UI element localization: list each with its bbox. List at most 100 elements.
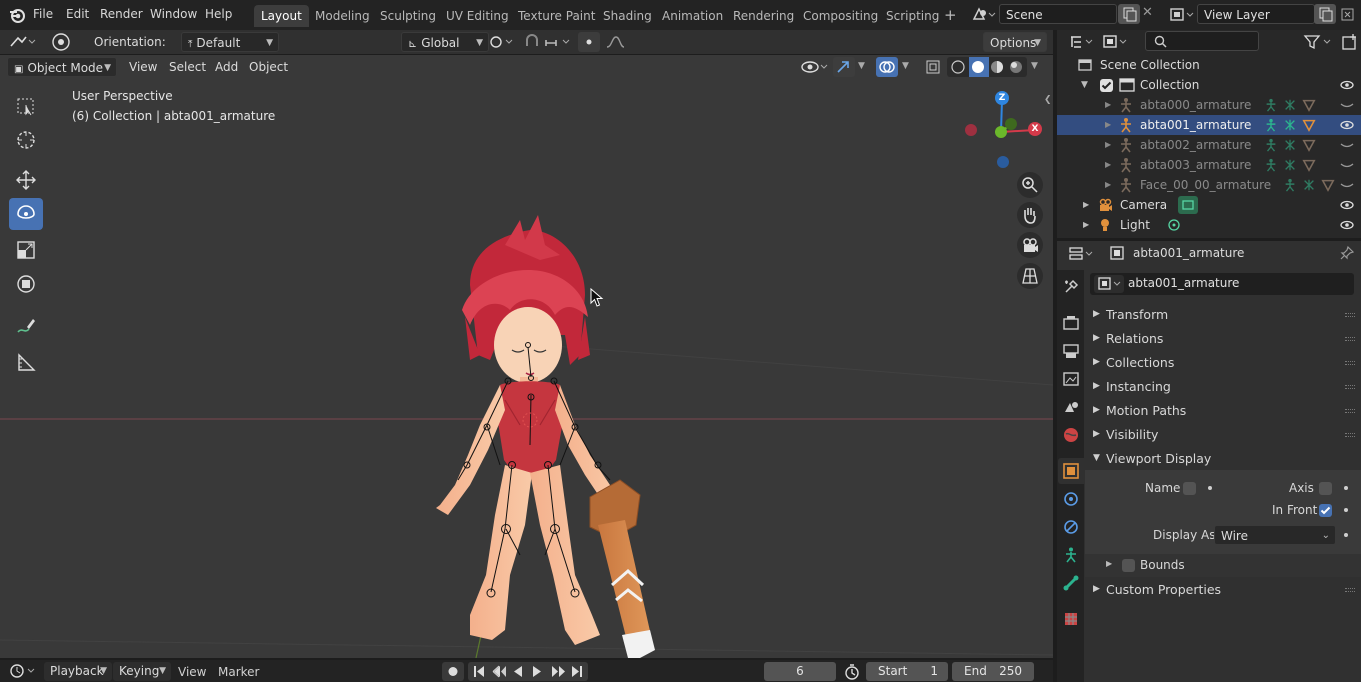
menu-window[interactable]: Window xyxy=(150,7,197,21)
in-front-checkbox[interactable] xyxy=(1319,504,1332,517)
display-as-dropdown[interactable]: Wire ⌄ xyxy=(1214,525,1336,545)
outliner-armature-row[interactable]: ▶ abta000_armature xyxy=(1057,95,1361,115)
viewport-menu-add[interactable]: Add xyxy=(215,60,238,74)
view-layer-selector-icon[interactable] xyxy=(1168,5,1194,25)
delete-scene-icon[interactable]: ✕ xyxy=(1142,5,1153,20)
tab-modifiers-icon[interactable] xyxy=(1062,490,1080,508)
tab-compositing[interactable]: Compositing xyxy=(796,5,885,27)
menu-help[interactable]: Help xyxy=(205,7,232,21)
outliner-light-row[interactable]: ▶ Light xyxy=(1057,215,1361,235)
navigation-gizmo[interactable]: Z X xyxy=(955,88,1045,168)
tab-uv-editing[interactable]: UV Editing xyxy=(439,5,516,27)
expand-chevron-icon[interactable]: ▼ xyxy=(1081,75,1088,95)
expand-arrow-icon[interactable]: ▶ xyxy=(1105,115,1111,135)
eye-icon[interactable] xyxy=(1339,75,1355,95)
mesh-modifier-icon[interactable] xyxy=(1302,138,1316,152)
falloff-icon[interactable] xyxy=(604,32,632,52)
viewport-menu-select[interactable]: Select xyxy=(169,60,206,74)
active-tool-icon[interactable] xyxy=(48,31,74,53)
tab-texture-paint[interactable]: Texture Paint xyxy=(511,5,602,27)
axis-checkbox[interactable] xyxy=(1319,482,1332,495)
select-box-tool[interactable] xyxy=(9,90,43,122)
shading-options-chevron-icon[interactable]: ▼ xyxy=(1031,61,1038,71)
pivot-point-icon[interactable] xyxy=(487,32,517,52)
tab-sculpting[interactable]: Sculpting xyxy=(373,5,443,27)
measure-tool[interactable] xyxy=(9,346,43,378)
name-checkbox[interactable] xyxy=(1183,482,1196,495)
blender-logo-icon[interactable] xyxy=(8,6,26,24)
mesh-modifier-icon[interactable] xyxy=(1302,98,1316,112)
eye-icon[interactable] xyxy=(1339,195,1355,215)
outliner-scene-collection[interactable]: Scene Collection xyxy=(1057,55,1361,75)
proportional-editing-icon[interactable] xyxy=(578,32,600,52)
gizmo-options-chevron-icon[interactable]: ▼ xyxy=(858,61,865,71)
menu-edit[interactable]: Edit xyxy=(66,7,89,21)
tab-view-layer-icon[interactable] xyxy=(1062,370,1080,388)
sidebar-toggle-chevron-icon[interactable]: ❮ xyxy=(1044,95,1052,105)
expand-arrow-icon[interactable]: ▶ xyxy=(1105,175,1111,195)
outliner-search-input[interactable] xyxy=(1145,31,1259,51)
scene-name-field[interactable]: Scene xyxy=(999,4,1117,24)
delete-view-layer-icon[interactable] xyxy=(1337,4,1359,24)
panel-relations[interactable]: ▶ Relations xyxy=(1085,327,1361,350)
pin-icon[interactable] xyxy=(1339,245,1355,261)
object-type-selector-icon[interactable] xyxy=(1094,275,1124,293)
panel-drag-handle[interactable] xyxy=(1345,313,1355,317)
scene-selector-icon[interactable] xyxy=(970,5,996,25)
tab-render-icon[interactable] xyxy=(1062,314,1080,332)
mesh-modifier-icon[interactable] xyxy=(1302,118,1316,132)
add-workspace-icon[interactable]: + xyxy=(944,6,957,24)
filter-icon[interactable] xyxy=(1302,32,1336,52)
xray-toggle-icon[interactable] xyxy=(922,57,944,77)
annotate-tool[interactable] xyxy=(9,310,43,342)
object-name-input[interactable]: abta001_armature xyxy=(1128,276,1239,290)
panel-drag-handle[interactable] xyxy=(1345,433,1355,437)
expand-arrow-icon[interactable]: ▶ xyxy=(1105,135,1111,155)
expand-arrow-icon[interactable]: ▶ xyxy=(1083,215,1089,235)
menu-render[interactable]: Render xyxy=(100,7,143,21)
outliner-editor-type-icon[interactable] xyxy=(1067,32,1097,52)
timeline-menu-view[interactable]: View xyxy=(178,665,206,679)
eye-icon[interactable] xyxy=(1339,115,1355,135)
expand-arrow-icon[interactable]: ▶ xyxy=(1105,95,1111,115)
pose-icon[interactable] xyxy=(1264,118,1278,132)
armature-data-icon[interactable] xyxy=(1283,98,1297,112)
gizmo-x-axis[interactable]: X xyxy=(1028,122,1042,136)
pose-icon[interactable] xyxy=(1264,138,1278,152)
viewport-menu-object[interactable]: Object xyxy=(249,60,288,74)
tab-shading[interactable]: Shading xyxy=(596,5,659,27)
eye-closed-icon[interactable] xyxy=(1339,135,1355,155)
cursor-tool[interactable] xyxy=(9,124,43,156)
eye-closed-icon[interactable] xyxy=(1339,95,1355,115)
keying-menu[interactable]: Keying ▼ xyxy=(113,662,171,681)
new-scene-icon[interactable] xyxy=(1118,4,1140,24)
new-view-layer-icon[interactable] xyxy=(1314,4,1336,24)
properties-editor-type-icon[interactable] xyxy=(1067,244,1097,264)
panel-drag-handle[interactable] xyxy=(1345,337,1355,341)
3d-viewport[interactable]: ▣ Object Mode ▼ View Select Add Object ▼ ▼… xyxy=(0,55,1053,658)
panel-viewport-display[interactable]: ▼ Viewport Display xyxy=(1085,447,1361,470)
pose-icon[interactable] xyxy=(1283,178,1297,192)
pose-icon[interactable] xyxy=(1264,98,1278,112)
collection-checkbox[interactable] xyxy=(1100,79,1113,92)
tab-texture-icon[interactable] xyxy=(1062,610,1080,628)
record-keyframe-icon[interactable] xyxy=(442,662,464,681)
tab-layout[interactable]: Layout xyxy=(254,5,309,27)
tab-modeling[interactable]: Modeling xyxy=(308,5,377,27)
tab-scripting[interactable]: Scripting xyxy=(879,5,946,27)
rotate-tool[interactable] xyxy=(9,198,43,230)
tab-physics-icon[interactable] xyxy=(1062,518,1080,536)
perspective-toggle-icon[interactable] xyxy=(1017,263,1043,289)
camera-view-icon[interactable] xyxy=(1017,232,1043,258)
tab-armature-data-icon[interactable] xyxy=(1062,546,1080,564)
view-layer-field[interactable]: View Layer xyxy=(1197,4,1315,24)
end-frame-field[interactable]: End 250 xyxy=(952,662,1034,681)
eye-icon[interactable] xyxy=(1339,215,1355,235)
display-mode-icon[interactable] xyxy=(1101,32,1131,52)
in-front-keyframe-dot[interactable] xyxy=(1344,508,1348,512)
tab-output-icon[interactable] xyxy=(1062,342,1080,360)
menu-file[interactable]: File xyxy=(33,7,53,21)
gizmo-z-axis[interactable]: Z xyxy=(995,91,1009,105)
axis-keyframe-dot[interactable] xyxy=(1344,486,1348,490)
expand-arrow-icon[interactable]: ▶ xyxy=(1083,195,1089,215)
